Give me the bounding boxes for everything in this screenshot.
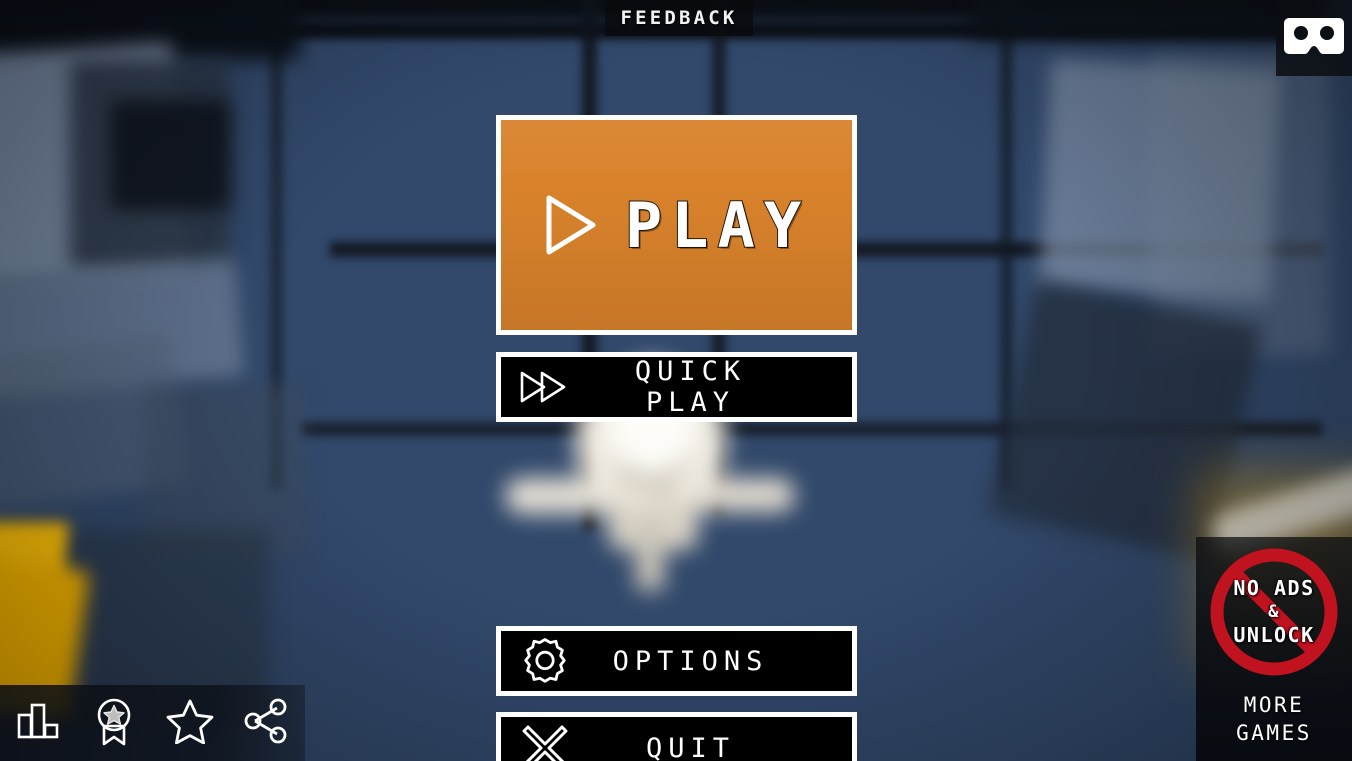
achievements-button[interactable] bbox=[76, 685, 152, 761]
no-ads-line-1: NO ADS bbox=[1233, 576, 1315, 600]
gear-icon bbox=[501, 636, 589, 686]
more-games-link[interactable]: MORE GAMES bbox=[1236, 691, 1312, 747]
rate-star-icon bbox=[166, 698, 214, 748]
more-games-line-2: GAMES bbox=[1236, 721, 1312, 745]
options-button[interactable]: OPTIONS bbox=[496, 626, 857, 696]
rate-button[interactable] bbox=[152, 685, 228, 761]
feedback-button[interactable]: FEEDBACK bbox=[605, 0, 753, 36]
no-ads-ampersand: & bbox=[1268, 602, 1280, 622]
cardboard-vr-icon bbox=[1283, 16, 1345, 60]
fast-forward-icon bbox=[501, 369, 589, 405]
achievements-medal-icon bbox=[92, 696, 136, 750]
vr-mode-button[interactable] bbox=[1276, 0, 1352, 76]
quit-button[interactable]: QUIT bbox=[496, 712, 857, 761]
options-label: OPTIONS bbox=[612, 645, 769, 677]
more-games-line-1: MORE bbox=[1243, 693, 1305, 717]
feedback-label: FEEDBACK bbox=[620, 7, 738, 29]
play-label: PLAY bbox=[624, 188, 811, 263]
leaderboard-button[interactable] bbox=[0, 685, 76, 761]
play-triangle-icon bbox=[543, 193, 599, 257]
quick-play-label: QUICK PLAY bbox=[634, 356, 747, 418]
social-icon-bar bbox=[0, 685, 305, 761]
no-ads-badge: NO ADS & UNLOCK bbox=[1196, 537, 1352, 687]
play-button[interactable]: PLAY bbox=[496, 115, 857, 335]
quick-play-button[interactable]: QUICK PLAY bbox=[496, 352, 857, 422]
game-menu-screen: FEEDBACK PLAY QUICK PLAY OPTIONS QUIT NO… bbox=[0, 0, 1352, 761]
leaderboard-icon bbox=[16, 700, 60, 746]
share-button[interactable] bbox=[228, 685, 304, 761]
main-menu: PLAY QUICK PLAY OPTIONS QUIT bbox=[496, 115, 857, 761]
quit-label: QUIT bbox=[645, 732, 736, 761]
share-icon bbox=[243, 698, 289, 748]
no-ads-promo-panel[interactable]: NO ADS & UNLOCK MORE GAMES bbox=[1196, 537, 1352, 761]
no-ads-line-2: UNLOCK bbox=[1233, 623, 1315, 647]
close-x-icon bbox=[501, 723, 589, 761]
